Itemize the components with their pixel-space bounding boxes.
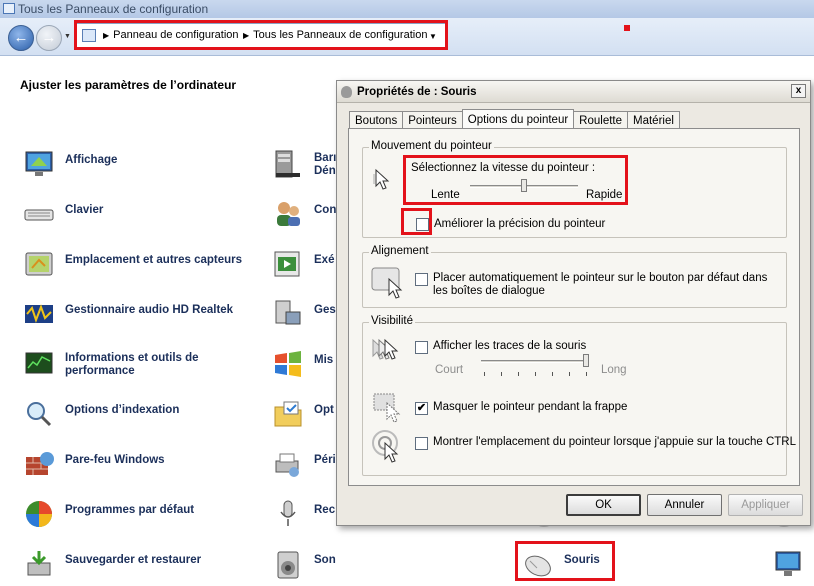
snap-group-title: Alignement: [369, 245, 431, 257]
taskbar-icon: [275, 150, 300, 178]
apply-button[interactable]: Appliquer: [728, 494, 803, 516]
page-heading: Ajuster les paramètres de l’ordinateur: [20, 78, 237, 92]
speech-recognition-icon: [280, 500, 296, 526]
cp-item-options-dossiers[interactable]: Opt: [272, 396, 336, 436]
dialog-titlebar: Propriétés de : Souris x: [337, 81, 810, 103]
ok-button[interactable]: OK: [566, 494, 641, 516]
snap-to-default-checkbox[interactable]: [415, 273, 428, 286]
cp-item-comptes[interactable]: Con: [272, 196, 336, 236]
firewall-icon: [26, 452, 54, 475]
highlight-precision-checkbox: [401, 208, 432, 235]
cp-item-pare-feu[interactable]: Pare-feu Windows: [23, 446, 243, 486]
cp-item-programmes[interactable]: Programmes par défaut: [23, 496, 243, 536]
highlight-marker: [624, 25, 630, 31]
cancel-button[interactable]: Annuler: [647, 494, 722, 516]
cp-item-sauvegarder[interactable]: Sauvegarder et restaurer: [23, 546, 243, 586]
snap-label-line1[interactable]: Placer automatiquement le pointeur sur l…: [433, 272, 767, 284]
taskbar-label: Barı Dén: [314, 152, 337, 177]
mouse-title-icon: [341, 86, 352, 98]
cp-item-barre-taches[interactable]: Barı Dén: [272, 146, 336, 186]
window-titlebar: Tous les Panneaux de configuration: [0, 0, 814, 18]
precision-label[interactable]: Améliorer la précision du pointeur: [434, 218, 605, 230]
cp-item-gestion[interactable]: Ges: [272, 296, 336, 336]
run-icon: [274, 251, 300, 277]
close-button[interactable]: x: [791, 84, 806, 98]
trails-slider-thumb[interactable]: [583, 354, 589, 367]
cp-item-son[interactable]: Son: [272, 546, 336, 586]
show-location-ctrl-label[interactable]: Montrer l'emplacement du pointeur lorsqu…: [433, 436, 796, 448]
snap-label-line2[interactable]: les boîtes de dialogue: [433, 285, 545, 297]
cp-item-affichage[interactable]: Affichage: [23, 146, 223, 186]
trails-short-label: Court: [435, 364, 464, 376]
devices-printers-icon: [275, 453, 299, 477]
indexing-icon: [27, 402, 52, 427]
hide-while-typing-label[interactable]: Masquer le pointeur pendant la frappe: [433, 401, 627, 413]
show-location-ctrl-checkbox[interactable]: [415, 437, 428, 450]
cp-item-performance[interactable]: Informations et outils de performance: [23, 346, 243, 386]
performance-icon: [25, 352, 53, 374]
cp-item-peripheriques[interactable]: Péri: [272, 446, 336, 486]
control-panel-icon: [3, 3, 15, 14]
visibility-group: Visibilité Afficher les traces de la sou…: [362, 315, 796, 476]
pointer-speed-icon: [373, 168, 390, 190]
mouse-properties-dialog: Propriétés de : Souris x Boutons Pointeur…: [336, 80, 811, 526]
hide-while-typing-checkbox[interactable]: ✔: [415, 402, 428, 415]
dialog-title: Propriétés de : Souris: [357, 86, 477, 98]
location-sensor-icon: [25, 252, 53, 276]
cp-item-clavier[interactable]: Clavier: [23, 196, 223, 236]
highlight-address-bar: [74, 20, 448, 50]
windows-update-icon: [275, 351, 301, 377]
folder-options-icon: [274, 401, 302, 427]
pointer-trails-icon: [372, 338, 399, 360]
highlight-souris: [515, 541, 615, 581]
cp-item-indexation[interactable]: Options d’indexation: [23, 396, 243, 436]
snap-group: Alignement Placer automatiquement le poi…: [362, 245, 787, 308]
hide-pointer-icon: [373, 393, 401, 423]
keyboard-icon: [24, 209, 54, 221]
back-button[interactable]: ←: [8, 25, 34, 51]
show-location-icon: [372, 430, 399, 463]
speaker-icon: [277, 551, 299, 579]
performance-label: Informations et outils de performance: [65, 352, 199, 377]
motion-group-title: Mouvement du pointeur: [369, 140, 494, 152]
backup-icon: [27, 551, 51, 576]
dialog-tabs: Boutons Pointeurs Options du pointeur Roule…: [349, 108, 680, 131]
forward-button[interactable]: →: [36, 25, 62, 51]
accounts-icon: [277, 202, 300, 226]
cp-item-reconnaissance-vocale[interactable]: Rec: [272, 496, 336, 536]
default-programs-icon: [26, 501, 52, 527]
cp-item-mise-a-jour[interactable]: Mis: [272, 346, 336, 386]
window-title: Tous les Panneaux de configuration: [18, 2, 209, 16]
highlight-pointer-speed: [403, 155, 628, 205]
cp-item-emplacement[interactable]: Emplacement et autres capteurs: [23, 246, 283, 286]
realtek-audio-icon: [25, 304, 53, 323]
device-manager-icon: [275, 300, 301, 325]
monitor-icon: [25, 151, 53, 176]
cp-item-execution[interactable]: Exé: [272, 246, 336, 286]
trails-checkbox[interactable]: [415, 341, 428, 354]
snap-to-icon: [371, 267, 403, 299]
cp-item-realtek[interactable]: Gestionnaire audio HD Realtek: [23, 296, 283, 336]
trails-long-label: Long: [601, 364, 627, 376]
trails-slider-track[interactable]: [481, 360, 589, 363]
recent-pages-dropdown-icon[interactable]: ▼: [64, 33, 71, 40]
display-partial-icon: [775, 551, 801, 576]
visibility-group-title: Visibilité: [369, 315, 415, 327]
trails-label[interactable]: Afficher les traces de la souris: [433, 340, 586, 352]
